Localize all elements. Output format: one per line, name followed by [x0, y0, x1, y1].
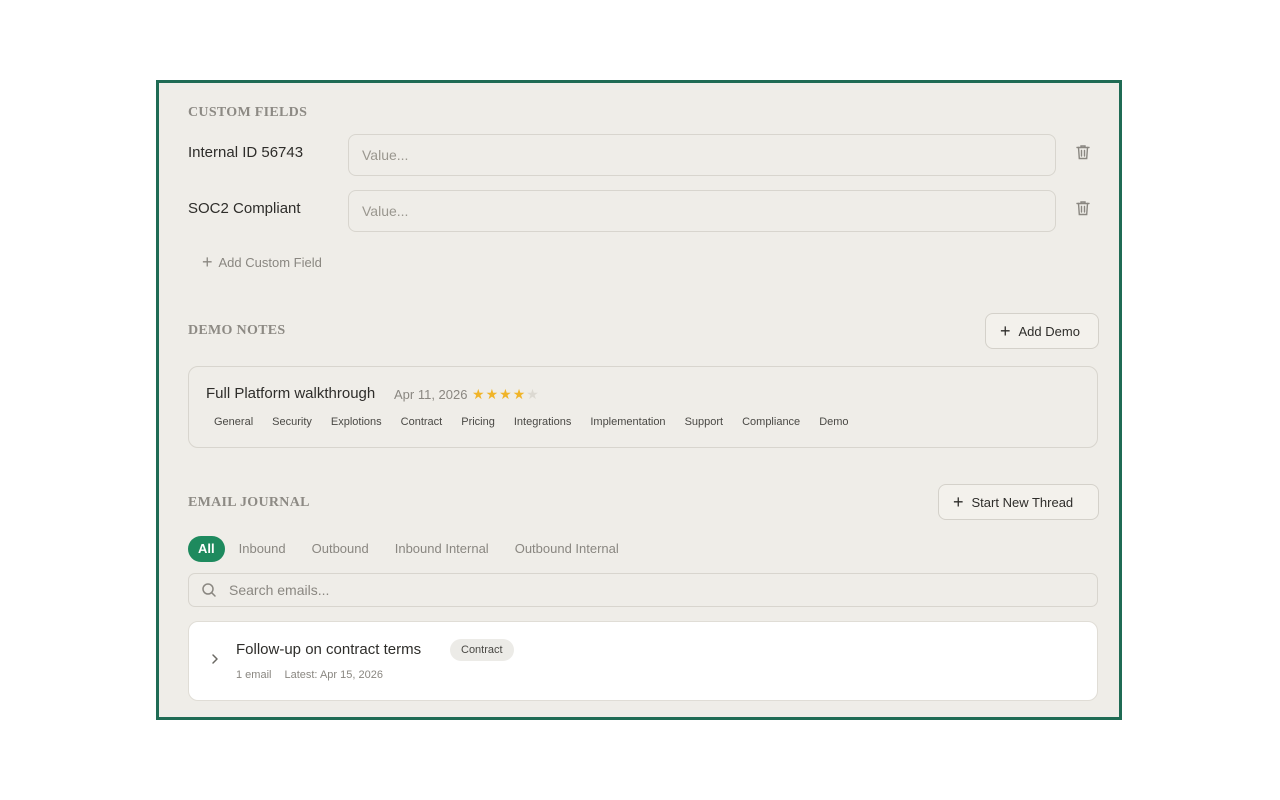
demo-tag: Pricing: [461, 416, 495, 428]
filter-tab[interactable]: All: [188, 536, 225, 562]
filter-tab[interactable]: Inbound Internal: [382, 536, 502, 562]
thread-meta: 1 email Latest: Apr 15, 2026: [236, 669, 383, 681]
thread-latest-date: Latest: Apr 15, 2026: [284, 669, 383, 681]
details-panel: CUSTOM FIELDS Internal ID 56743 SOC2 Com…: [156, 80, 1122, 720]
demo-tag: Integrations: [513, 416, 572, 428]
custom-field-label: SOC2 Compliant: [188, 200, 301, 217]
filter-tab[interactable]: Outbound: [299, 536, 382, 562]
add-custom-field-label: Add Custom Field: [218, 254, 322, 270]
demo-tag: Contract: [400, 416, 443, 428]
filter-tab[interactable]: Outbound Internal: [502, 536, 632, 562]
demo-note-card[interactable]: Full Platform walkthrough Apr 11, 2026 ★…: [188, 366, 1098, 448]
demo-tag: General: [214, 416, 254, 428]
email-thread-row[interactable]: Follow-up on contract terms Contract 1 e…: [188, 621, 1098, 701]
star-empty-icon[interactable]: ★: [526, 386, 539, 403]
email-search-input[interactable]: [227, 581, 1051, 599]
demo-tag: Explotions: [330, 416, 382, 428]
plus-icon: +: [202, 252, 213, 272]
add-demo-button[interactable]: + Add Demo: [985, 313, 1099, 349]
demo-tag: Compliance: [742, 416, 801, 428]
plus-icon: +: [953, 492, 964, 512]
demo-tag: Security: [272, 416, 312, 428]
custom-field-value-input[interactable]: [348, 190, 1056, 232]
thread-subject: Follow-up on contract terms: [236, 641, 422, 658]
demo-tag: Support: [684, 416, 724, 428]
demo-title: Full Platform walkthrough: [206, 385, 376, 402]
email-search-box[interactable]: [188, 573, 1098, 607]
thread-email-count: 1 email: [236, 669, 272, 681]
demo-tag: Demo: [819, 416, 849, 428]
demo-notes-heading: DEMO NOTES: [188, 323, 286, 338]
start-new-thread-button[interactable]: + Start New Thread: [938, 484, 1099, 520]
chevron-right-icon[interactable]: [209, 652, 221, 666]
custom-field-label: Internal ID 56743: [188, 144, 304, 161]
add-demo-label: Add Demo: [1018, 323, 1080, 339]
filter-tab[interactable]: Inbound: [226, 536, 299, 562]
star-filled-icon[interactable]: ★: [513, 386, 526, 403]
trash-icon[interactable]: [1074, 143, 1092, 161]
email-journal-heading: EMAIL JOURNAL: [188, 495, 310, 510]
star-filled-icon[interactable]: ★: [486, 386, 499, 403]
star-filled-icon[interactable]: ★: [499, 386, 512, 403]
demo-tag: Implementation: [590, 416, 666, 428]
search-icon: [202, 583, 216, 597]
demo-tags: General Security Explotions Contract Pricing…: [214, 416, 849, 428]
trash-icon[interactable]: [1074, 199, 1092, 217]
star-filled-icon[interactable]: ★: [472, 386, 485, 403]
plus-icon: +: [1000, 321, 1011, 341]
thread-tag-badge: Contract: [450, 639, 514, 661]
demo-date: Apr 11, 2026: [394, 387, 468, 402]
start-new-thread-label: Start New Thread: [971, 494, 1074, 510]
custom-field-value-input[interactable]: [348, 134, 1056, 176]
email-filter-tabs: All Inbound Outbound Inbound Internal Outbou…: [188, 536, 632, 562]
add-custom-field-button[interactable]: + Add Custom Field: [202, 253, 322, 271]
rating-stars: ★ ★ ★ ★ ★: [472, 386, 539, 403]
custom-fields-heading: CUSTOM FIELDS: [188, 105, 308, 120]
